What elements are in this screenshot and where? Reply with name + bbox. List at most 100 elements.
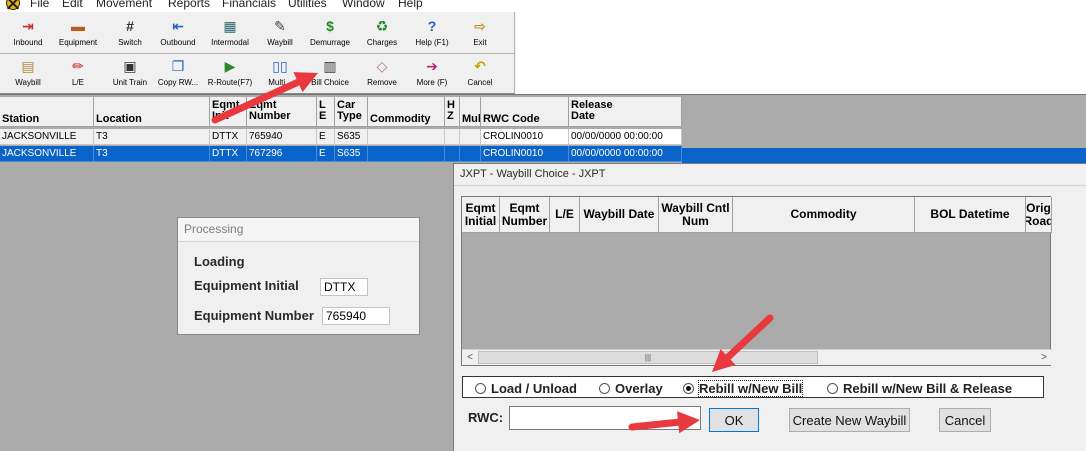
outbound-button[interactable]: ⇤ Outbound <box>154 14 202 47</box>
col-release-date[interactable]: Release Date <box>569 97 682 127</box>
waybill-button[interactable]: ▤ Waybill <box>4 54 52 87</box>
ok-button[interactable]: OK <box>709 408 759 432</box>
menu-utilities[interactable]: Utilities <box>288 0 327 10</box>
remove-button[interactable]: ◇ Remove <box>358 54 406 87</box>
exit-button[interactable]: ⇨ Exit <box>456 14 504 47</box>
cell-hz <box>445 146 460 162</box>
col-commodity[interactable]: Commodity <box>733 197 915 233</box>
charges-button[interactable]: ♻ Charges <box>358 14 406 47</box>
radio-rebill-w-new-bill-release[interactable]: Rebill w/New Bill & Release <box>827 379 1012 397</box>
radio-rebill-w-new-bill[interactable]: Rebill w/New Bill <box>683 379 804 397</box>
cancel-button[interactable]: ↶ Cancel <box>456 54 504 87</box>
cell-le: E <box>317 129 335 145</box>
eraser-icon: ◇ <box>376 58 388 74</box>
col-le[interactable]: L/E <box>550 197 580 233</box>
waybill-doc-icon: ▤ <box>21 58 35 74</box>
menu-movement[interactable]: Movement <box>96 0 152 10</box>
col-le[interactable]: L E <box>317 97 335 127</box>
intermodal-button[interactable]: ▦ Intermodal <box>206 14 254 47</box>
cell-hz <box>445 129 460 145</box>
col-car-type[interactable]: Car Type <box>335 97 368 127</box>
menu-financials[interactable]: Financials <box>222 0 276 10</box>
waybill-option-group: Load / Unload Overlay Rebill w/New Bill Reb… <box>462 376 1044 398</box>
cell-mul <box>460 129 481 145</box>
menu-file[interactable]: File <box>30 0 49 10</box>
inbound-button[interactable]: ⇥ Inbound <box>4 14 52 47</box>
cell-release-date[interactable]: 00/00/0000 00:00:00 <box>569 129 682 145</box>
toolbar-button-label: Cancel <box>467 78 493 87</box>
outbound-icon: ⇤ <box>172 18 184 34</box>
radio-overlay[interactable]: Overlay <box>599 379 663 397</box>
toolbar-button-label: Charges <box>366 38 398 47</box>
equipment-button[interactable]: ▬ Equipment <box>54 14 102 47</box>
selected-row-highlight <box>682 148 1086 164</box>
radio-unchecked-icon[interactable] <box>475 382 486 394</box>
copy-rw-button[interactable]: ❐ Copy RW... <box>154 54 202 87</box>
cell-rwc-code[interactable]: CROLIN0010 <box>481 129 569 145</box>
scroll-right-icon[interactable]: > <box>1036 350 1052 365</box>
menu-window[interactable]: Window <box>342 0 385 10</box>
app-logo-icon[interactable] <box>6 0 20 10</box>
col-eqmt-initial[interactable]: Eqmt Initial <box>462 197 500 233</box>
cell-release-date[interactable]: 00/00/0000 00:00:00 <box>569 146 682 162</box>
col-rwc-code[interactable]: RWC Code <box>481 97 569 127</box>
cell-station: JACKSONVILLE <box>0 129 94 145</box>
help-f1-button[interactable]: ? Help (F1) <box>408 14 456 47</box>
col-orig-road[interactable]: Orig Road <box>1026 197 1052 233</box>
bill-choice-icon: ▥ <box>323 58 337 74</box>
menu-edit[interactable]: Edit <box>62 0 83 10</box>
rwc-input[interactable] <box>509 406 701 430</box>
reroute-icon: ▶ <box>224 58 236 74</box>
radio-load-unload[interactable]: Load / Unload <box>475 379 577 397</box>
r-route-f7-button[interactable]: ▶ R-Route(F7) <box>206 54 254 87</box>
waybill-grid[interactable]: Eqmt Initial Eqmt Number L/E Waybill Dat… <box>461 196 1052 366</box>
toolbar-button-label: More (F) <box>416 78 448 87</box>
cell-car-type: S635 <box>335 146 368 162</box>
cell-eqmt-number: 767296 <box>247 146 317 162</box>
radio-unchecked-icon[interactable] <box>827 382 838 394</box>
create-new-waybill-button[interactable]: Create New Waybill <box>789 408 910 432</box>
menu-reports[interactable]: Reports <box>168 0 210 10</box>
toolbar-button-label: Bill Choice <box>311 78 349 87</box>
col-mul[interactable]: Mul <box>460 97 481 127</box>
col-hz[interactable]: H Z <box>445 97 460 127</box>
dialog-title: JXPT - Waybill Choice - JXPT <box>454 164 1086 186</box>
horizontal-scrollbar[interactable]: < ||| > <box>462 349 1052 365</box>
rwc-label: RWC: <box>468 410 504 425</box>
unit-train-button[interactable]: ▣ Unit Train <box>106 54 154 87</box>
waybill-button[interactable]: ✎ Waybill <box>256 14 304 47</box>
multi-button[interactable]: ▯▯ Multi... <box>256 54 304 87</box>
radio-checked-icon[interactable] <box>683 382 694 394</box>
toolbar-button-label: Equipment <box>58 38 98 47</box>
radio-unchecked-icon[interactable] <box>599 382 610 394</box>
menu-bar: File Edit Movement Reports Financials Ut… <box>0 0 1086 12</box>
col-location[interactable]: Location <box>94 97 210 127</box>
col-bol-datetime[interactable]: BOL Datetime <box>915 197 1026 233</box>
col-waybill-cntl-num[interactable]: Waybill Cntl Num <box>659 197 733 233</box>
menu-help[interactable]: Help <box>398 0 423 10</box>
equipment-initial-value: DTTX <box>320 278 368 296</box>
toolbar-empty-area <box>516 12 1086 94</box>
cancel-button[interactable]: Cancel <box>939 408 991 432</box>
col-waybill-date[interactable]: Waybill Date <box>580 197 659 233</box>
col-station[interactable]: Station <box>0 97 94 127</box>
scroll-left-icon[interactable]: < <box>462 350 478 365</box>
demurrage-button[interactable]: $ Demurrage <box>306 14 354 47</box>
scroll-thumb[interactable]: ||| <box>478 351 818 364</box>
toolbar-button-label: Unit Train <box>112 78 148 87</box>
l-e-button[interactable]: ✏ L/E <box>54 54 102 87</box>
col-eqmt-init[interactable]: Eqmt Init <box>210 97 247 127</box>
col-eqmt-number[interactable]: Eqmt Number <box>500 197 550 233</box>
bill-choice-button[interactable]: ▥ Bill Choice <box>306 54 354 87</box>
more-f-button[interactable]: ➔ More (F) <box>408 54 456 87</box>
toolbar-button-label: R-Route(F7) <box>207 78 253 87</box>
waybill-choice-dialog: JXPT - Waybill Choice - JXPT Eqmt Initia… <box>453 163 1086 451</box>
cell-rwc-code[interactable]: CROLIN0010 <box>481 146 569 162</box>
switch-button[interactable]: # Switch <box>106 14 154 47</box>
processing-status: Loading <box>194 254 245 269</box>
cell-mul <box>460 146 481 162</box>
pencil-icon: ✏ <box>72 58 84 74</box>
col-commodity[interactable]: Commodity <box>368 97 445 127</box>
col-eqmt-number[interactable]: Eqmt Number <box>247 97 317 127</box>
cell-location: T3 <box>94 146 210 162</box>
